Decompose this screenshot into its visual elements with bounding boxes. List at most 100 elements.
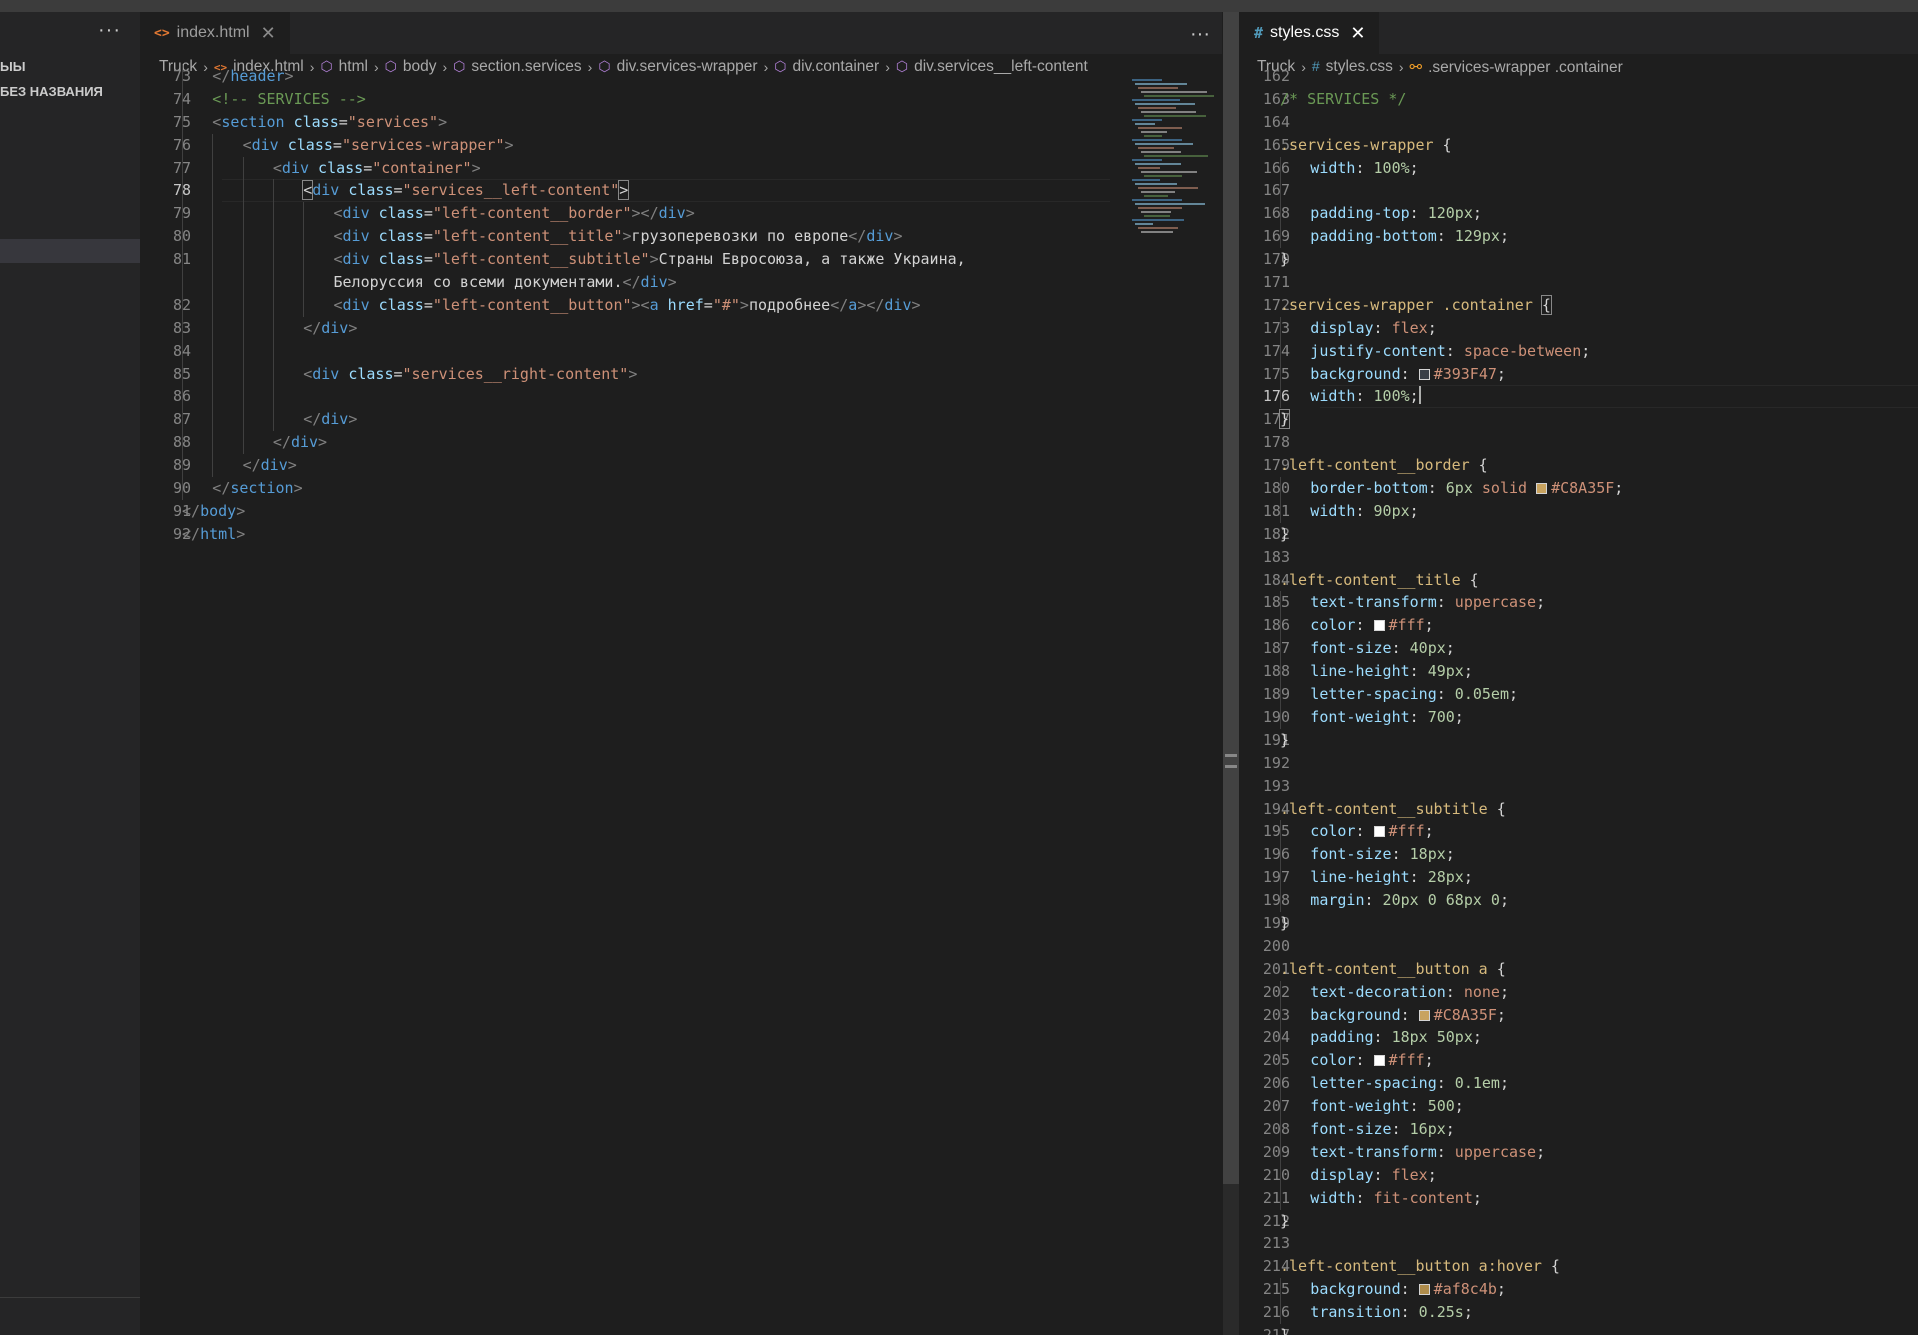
code-line[interactable]: 172 .services-wrapper .container { xyxy=(1240,294,1918,317)
code-line[interactable]: 192 xyxy=(1240,752,1918,775)
code-line[interactable]: 77 <div class="container"> xyxy=(140,156,1222,180)
code-line[interactable]: 184 .left-content__title { xyxy=(1240,569,1918,592)
color-swatch[interactable] xyxy=(1373,1055,1385,1067)
code-line[interactable]: 90 </section> xyxy=(140,477,1222,500)
code-line[interactable]: 213 xyxy=(1240,1232,1918,1255)
code-line[interactable]: 74 <!-- SERVICES --> xyxy=(140,87,1222,111)
code-line[interactable]: 211 width: fit-content; xyxy=(1240,1186,1918,1210)
code-line[interactable]: 185 text-transform: uppercase; xyxy=(1240,591,1918,615)
code-line[interactable]: 210 display: flex; xyxy=(1240,1163,1918,1187)
code-line[interactable]: 76 <div class="services-wrapper"> xyxy=(140,133,1222,157)
editor-scrollbar[interactable] xyxy=(1222,12,1240,1335)
code-line[interactable]: 75 <section class="services"> xyxy=(140,110,1222,134)
code-line[interactable]: 194 .left-content__subtitle { xyxy=(1240,798,1918,821)
tab-index-html[interactable]: <> index.html ✕ xyxy=(140,12,290,54)
code-line[interactable]: 201 .left-content__button a { xyxy=(1240,958,1918,981)
code-line[interactable]: 208 font-size: 16px; xyxy=(1240,1117,1918,1141)
code-area-html[interactable]: 73 </header> 74 <!-- SERVICES --> 75 <section… xyxy=(140,65,1222,546)
code-line[interactable]: 198 margin: 20px 0 68px 0; xyxy=(1240,889,1918,912)
code-line[interactable]: 167 xyxy=(1240,179,1918,203)
code-line[interactable]: 79 <div class="left-content__border"></di… xyxy=(140,202,1222,226)
code-line[interactable]: 165 .services-wrapper { xyxy=(1240,134,1918,157)
color-swatch[interactable] xyxy=(1418,1284,1430,1296)
color-swatch[interactable] xyxy=(1536,483,1548,495)
code-line[interactable]: 180 border-bottom: 6px solid #C8A35F; xyxy=(1240,477,1918,500)
code-line[interactable]: 166 width: 100%; xyxy=(1240,156,1918,180)
code-line[interactable]: 199} xyxy=(1240,912,1918,935)
code-line[interactable]: Белоруссия со всеми документами.</div> xyxy=(140,271,1222,294)
explorer-section-open-editors[interactable]: ЫЫ xyxy=(0,58,25,76)
code-line[interactable]: 173 display: flex; xyxy=(1240,316,1918,340)
code-line[interactable]: 215 background: #af8c4b; xyxy=(1240,1278,1918,1302)
code-token: > xyxy=(348,410,358,429)
code-line[interactable]: 168 padding-top: 120px; xyxy=(1240,202,1918,226)
code-line[interactable]: 178 xyxy=(1240,431,1918,454)
close-icon[interactable]: ✕ xyxy=(261,23,276,44)
code-line[interactable]: 217} xyxy=(1240,1324,1918,1335)
code-line[interactable]: 87 </div> xyxy=(140,408,1222,432)
code-line[interactable]: 92 </html> xyxy=(140,523,1222,546)
code-line[interactable]: 181 width: 90px; xyxy=(1240,499,1918,523)
code-line[interactable]: 84 xyxy=(140,339,1222,363)
editor-more-actions-icon[interactable]: ··· xyxy=(1190,24,1210,44)
code-line[interactable]: 163/* SERVICES */ xyxy=(1240,88,1918,111)
code-line[interactable]: 82 <div class="left-content__button"><a h… xyxy=(140,293,1222,317)
code-line[interactable]: 164 xyxy=(1240,111,1918,134)
code-line[interactable]: 202 text-decoration: none; xyxy=(1240,980,1918,1004)
code-line[interactable]: 214 .left-content__button a:hover { xyxy=(1240,1255,1918,1278)
code-line[interactable]: 73 </header> xyxy=(140,65,1222,88)
code-line[interactable]: 170} xyxy=(1240,248,1918,271)
code-line[interactable]: 86 xyxy=(140,385,1222,409)
code-line[interactable]: 89 </div> xyxy=(140,454,1222,478)
color-swatch[interactable] xyxy=(1418,368,1430,380)
code-line[interactable]: 203 background: #C8A35F; xyxy=(1240,1003,1918,1027)
code-line[interactable]: 189 letter-spacing: 0.05em; xyxy=(1240,683,1918,706)
code-line[interactable]: 186 color: #fff; xyxy=(1240,614,1918,638)
code-line[interactable]: 182} xyxy=(1240,523,1918,546)
code-line[interactable]: 162 xyxy=(1240,65,1918,88)
code-line[interactable]: 179 .left-content__border { xyxy=(1240,454,1918,477)
explorer-selected-item[interactable] xyxy=(0,239,140,263)
code-line[interactable]: 177} xyxy=(1240,408,1918,431)
code-line[interactable]: 83 </div> xyxy=(140,316,1222,340)
code-line[interactable]: 81 <div class="left-content__subtitle">Ст… xyxy=(140,248,1222,272)
tab-styles-css[interactable]: # styles.css ✕ xyxy=(1240,12,1380,54)
color-swatch[interactable] xyxy=(1418,1009,1430,1021)
code-line[interactable]: 206 letter-spacing: 0.1em; xyxy=(1240,1072,1918,1096)
color-swatch[interactable] xyxy=(1373,620,1385,632)
code-line[interactable]: 216 transition: 0.25s; xyxy=(1240,1301,1918,1324)
minimap[interactable] xyxy=(1124,79,1214,279)
code-line[interactable]: 88 </div> xyxy=(140,431,1222,455)
color-swatch[interactable] xyxy=(1373,826,1385,838)
code-line[interactable]: 80 <div class="left-content__title">грузо… xyxy=(140,225,1222,249)
scrollbar-thumb[interactable] xyxy=(1223,12,1239,1184)
code-line[interactable]: 205 color: #fff; xyxy=(1240,1049,1918,1073)
code-line[interactable]: 212} xyxy=(1240,1210,1918,1233)
code-line[interactable]: 196 font-size: 18px; xyxy=(1240,843,1918,867)
code-line[interactable]: 176 width: 100%; xyxy=(1240,385,1918,409)
code-line[interactable]: 200 xyxy=(1240,935,1918,958)
more-actions-icon[interactable]: ··· xyxy=(98,20,121,40)
code-line[interactable]: 78 <div class="services__left-content"> xyxy=(140,179,1222,203)
code-line[interactable]: 204 padding: 18px 50px; xyxy=(1240,1026,1918,1050)
code-line[interactable]: 188 line-height: 49px; xyxy=(1240,660,1918,684)
code-line[interactable]: 174 justify-content: space-between; xyxy=(1240,339,1918,363)
code-line[interactable]: 191} xyxy=(1240,729,1918,752)
code-line[interactable]: 183 xyxy=(1240,546,1918,569)
code-line[interactable]: 187 font-size: 40px; xyxy=(1240,637,1918,661)
close-icon[interactable]: ✕ xyxy=(1350,23,1365,44)
code-line[interactable]: 171 xyxy=(1240,271,1918,294)
explorer-section-workspace[interactable]: БЕЗ НАЗВАНИЯ xyxy=(0,83,103,101)
code-line[interactable]: 195 color: #fff; xyxy=(1240,820,1918,844)
code-line[interactable]: 207 font-weight: 500; xyxy=(1240,1095,1918,1118)
code-line[interactable]: 169 padding-bottom: 129px; xyxy=(1240,225,1918,249)
code-line[interactable]: 175 background: #393F47; xyxy=(1240,362,1918,386)
code-line[interactable]: 209 text-transform: uppercase; xyxy=(1240,1140,1918,1164)
code-line[interactable]: 190 font-weight: 700; xyxy=(1240,705,1918,729)
code-line[interactable]: 197 line-height: 28px; xyxy=(1240,866,1918,890)
code-line[interactable]: 85 <div class="services__right-content"> xyxy=(140,362,1222,386)
code-line[interactable]: 91 </body> xyxy=(140,500,1222,523)
code-line[interactable]: 193 xyxy=(1240,775,1918,798)
code-area-css[interactable]: 162 163/* SERVICES */164 165 .services-wrap… xyxy=(1240,67,1918,1335)
